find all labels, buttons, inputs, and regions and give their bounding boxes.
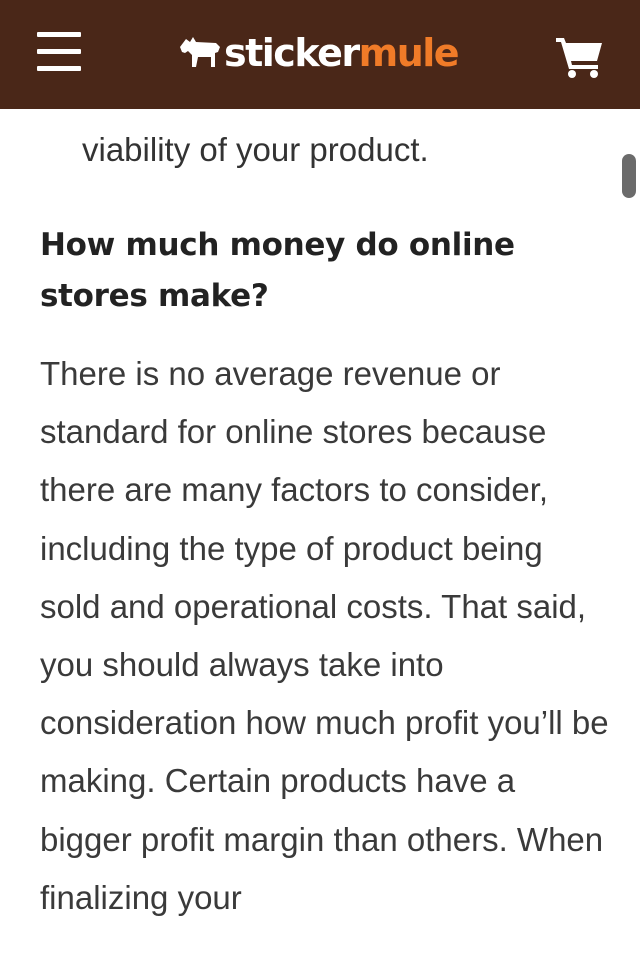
mule-logo-icon — [180, 37, 220, 67]
menu-icon-line — [37, 49, 81, 54]
top-navigation-bar: stickermule — [0, 0, 640, 109]
previous-paragraph-tail: viability of your product. — [82, 131, 429, 168]
menu-icon-line — [37, 32, 81, 37]
article-content: viability of your product. How much mone… — [0, 109, 640, 959]
stickermule-logo-link[interactable]: stickermule — [178, 28, 460, 78]
vertical-scrollbar-thumb[interactable] — [622, 154, 636, 198]
brand-wordmark-mule: mule — [358, 31, 460, 75]
brand-wordmark-sticker: sticker — [224, 31, 360, 75]
brand-wordmark: stickermule — [224, 28, 460, 78]
section-paragraph: There is no average revenue or standard … — [40, 355, 609, 916]
shopping-cart-button[interactable] — [556, 36, 604, 78]
shopping-cart-icon — [556, 38, 602, 78]
menu-icon-line — [37, 66, 81, 71]
hamburger-menu-button[interactable] — [37, 32, 81, 72]
section-heading: How much money do online stores make? — [40, 227, 515, 314]
